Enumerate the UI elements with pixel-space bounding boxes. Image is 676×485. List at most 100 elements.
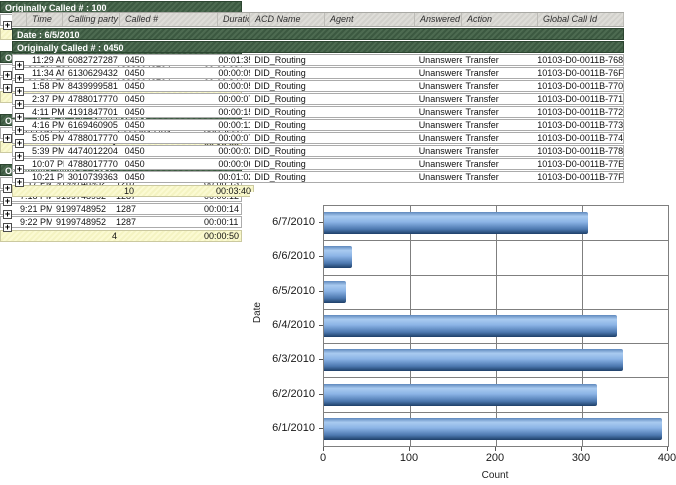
action-cell: Transfer (462, 146, 538, 156)
expand-cell: + (1, 217, 16, 227)
summary-duration-cell: 00:03:40 (216, 186, 251, 196)
called-number-cell: 0450 (121, 81, 219, 91)
table-row[interactable]: +10:07 PM4788017770045000:00:06DID_Routi… (12, 158, 624, 170)
acd-name-cell: DID_Routing (250, 81, 325, 91)
calling-party-cell: 9199748952 (52, 217, 112, 227)
time-cell: 2:37 PM (28, 94, 64, 104)
table-row[interactable]: +10:21 PM3010739363045000:01:02DID_Routi… (12, 171, 624, 183)
answered-cell: Unanswered (415, 172, 462, 182)
agent-cell (325, 81, 415, 91)
x-axis-tick (323, 447, 324, 451)
called-number-cell: 0450 (121, 146, 219, 156)
acd-name-cell: DID_Routing (250, 94, 325, 104)
duration-cell: 00:00:09 (218, 68, 250, 78)
report-window: TimeCalling party #Called #DurationACD N… (0, 0, 676, 485)
bar-6-1-2010[interactable] (324, 418, 662, 440)
called-number-cell: 0450 (121, 133, 219, 143)
global-call-id-cell: 10103-D0-0011B-773 (537, 120, 623, 130)
answered-cell: Unanswered (415, 120, 462, 130)
global-call-id-cell: 10103-D0-0011B-77F (537, 172, 623, 182)
expand-cell: + (13, 107, 28, 117)
expand-cell: + (13, 94, 28, 104)
x-axis-tick (581, 447, 582, 451)
x-axis-tick (409, 447, 410, 451)
time-cell: 4:11 PM (28, 107, 64, 117)
x-axis-tick-label: 200 (475, 452, 515, 464)
table-row[interactable]: +11:29 AM6082727287045000:01:35DID_Routi… (12, 54, 624, 66)
column-header-acd-name[interactable]: ACD Name (250, 13, 325, 26)
horizontal-gridline (324, 275, 668, 276)
column-header-called-[interactable]: Called # (120, 13, 218, 26)
summary-spacer (13, 186, 124, 196)
action-cell: Transfer (462, 107, 538, 117)
table-row[interactable]: +11:34 AM6130629432045000:00:09DID_Routi… (12, 67, 624, 79)
action-cell: Transfer (462, 159, 538, 169)
answered-cell: Unanswered (415, 133, 462, 143)
agent-cell (325, 107, 415, 117)
table-row[interactable]: +9:22 PM9199748952128700:00:11 (0, 216, 242, 228)
called-number-cell: 0450 (121, 120, 219, 130)
y-axis-tick (319, 394, 323, 395)
answered-cell: Unanswered (415, 94, 462, 104)
expand-cell: + (13, 81, 28, 91)
acd-name-cell: DID_Routing (250, 159, 325, 169)
table-row[interactable]: +9:21 PM9199748952128700:00:14 (0, 203, 242, 215)
summary-count-cell: 10 (124, 186, 216, 196)
table-row[interactable]: +5:05 PM4788017770045000:00:07DID_Routin… (12, 132, 624, 144)
calling-party-cell: 9199748952 (52, 204, 112, 214)
expand-cell: + (13, 68, 28, 78)
acd-name-cell: DID_Routing (250, 133, 325, 143)
column-header-expand[interactable] (12, 13, 27, 26)
table-row[interactable]: +5:39 PM4474012204045000:00:03DID_Routin… (12, 145, 624, 157)
answered-cell: Unanswered (415, 146, 462, 156)
action-cell: Transfer (462, 81, 538, 91)
y-axis-tick-label: 6/5/2010 (259, 285, 315, 297)
date-group-header[interactable]: Date : 6/5/2010 (12, 28, 624, 40)
column-header-calling-party-[interactable]: Calling party # (63, 13, 120, 26)
expand-cell: + (13, 159, 28, 169)
calling-party-cell: 6130629432 (64, 68, 121, 78)
table-header-row: TimeCalling party #Called #DurationACD N… (12, 12, 624, 27)
bar-6-6-2010[interactable] (324, 246, 352, 268)
expand-cell: + (13, 133, 28, 143)
group-summary-row: 400:00:50 (0, 230, 242, 242)
column-header-answered[interactable]: Answered (415, 13, 462, 26)
acd-name-cell: DID_Routing (250, 120, 325, 130)
time-cell: 9:22 PM (16, 217, 52, 227)
column-header-time[interactable]: Time (27, 13, 63, 26)
duration-cell: 00:01:35 (218, 55, 250, 65)
agent-cell (325, 68, 415, 78)
bar-6-4-2010[interactable] (324, 315, 617, 337)
answered-cell: Unanswered (415, 159, 462, 169)
bar-6-5-2010[interactable] (324, 281, 346, 303)
time-cell: 11:29 AM (28, 55, 64, 65)
x-axis-tick-label: 400 (647, 452, 676, 464)
summary-duration-cell: 00:00:50 (204, 231, 239, 241)
x-axis-tick-label: 0 (303, 452, 343, 464)
group-gap (0, 242, 242, 252)
called-number-cell: 0450 (121, 55, 219, 65)
duration-cell: 00:00:03 (218, 146, 250, 156)
horizontal-gridline (324, 343, 668, 344)
global-call-id-cell: 10103-D0-0011B-76F (537, 68, 623, 78)
table-row[interactable]: +4:16 PM6169460905045000:00:11DID_Routin… (12, 119, 624, 131)
calling-party-cell: 6169460905 (64, 120, 121, 130)
bar-6-2-2010[interactable] (324, 384, 597, 406)
table-row[interactable]: +1:58 PM8439999581045000:00:05DID_Routin… (12, 80, 624, 92)
column-header-duration[interactable]: Duration (218, 13, 250, 26)
calling-party-cell: 4191847701 (64, 107, 121, 117)
expand-cell: + (13, 55, 28, 65)
bar-6-3-2010[interactable] (324, 349, 623, 371)
duration-cell: 00:00:14 (204, 204, 239, 214)
column-header-global-call-id[interactable]: Global Call Id (538, 13, 624, 26)
action-cell: Transfer (462, 172, 538, 182)
table-row[interactable]: +4:11 PM4191847701045000:00:15DID_Routin… (12, 106, 624, 118)
action-cell: Transfer (462, 94, 538, 104)
column-header-action[interactable]: Action (462, 13, 538, 26)
table-row[interactable]: +2:37 PM4788017770045000:00:07DID_Routin… (12, 93, 624, 105)
global-call-id-cell: 10103-D0-0011B-768 (537, 55, 623, 65)
acd-name-cell: DID_Routing (250, 146, 325, 156)
originally-called-group-header[interactable]: Originally Called # : 0450 (12, 41, 624, 53)
bar-6-7-2010[interactable] (324, 212, 588, 234)
column-header-agent[interactable]: Agent (325, 13, 415, 26)
